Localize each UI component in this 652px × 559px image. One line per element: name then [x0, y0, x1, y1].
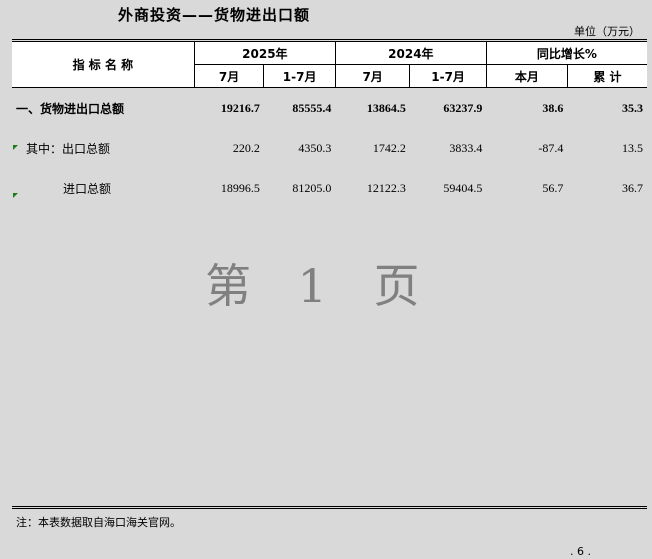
cell-value[interactable]: 59404.5 — [410, 178, 486, 200]
cell-value[interactable]: 3833.4 — [410, 138, 486, 160]
cell-value[interactable]: 19216.7 — [194, 98, 264, 120]
cell-value[interactable]: 63237.9 — [410, 98, 486, 120]
table-row[interactable]: 其中：出口总额 220.2 4350.3 1742.2 3833.4 -87.4… — [12, 138, 647, 160]
spreadsheet-sheet: 外商投资——货物进出口额 单位（万元） 指 标 名 称 2025年 2024年 … — [0, 0, 652, 559]
header-year-2024: 2024年 — [334, 39, 487, 65]
unit-label: 单位（万元） — [574, 25, 640, 38]
row-label: 进口总额 — [63, 182, 112, 196]
cell-value[interactable]: 4350.3 — [264, 138, 336, 160]
header-indicator: 指 标 名 称 — [12, 39, 195, 88]
page-watermark: 第 1 页 — [205, 259, 436, 313]
header-2025-m7: 7月 — [193, 64, 265, 88]
cell-value[interactable]: 18996.5 — [194, 178, 264, 200]
table-bottom-border — [12, 506, 647, 509]
cell-value[interactable]: 38.6 — [486, 98, 567, 120]
cell-value[interactable]: 13864.5 — [335, 98, 409, 120]
header-2024-m7: 7月 — [334, 64, 411, 88]
cell-comment-marker-icon — [13, 193, 18, 198]
row-label: 一、货物进出口总额 — [16, 102, 125, 116]
header-2024-m1-7: 1-7月 — [409, 64, 487, 88]
cell-value[interactable]: 56.7 — [486, 178, 567, 200]
table-row[interactable]: 进口总额 18996.5 81205.0 12122.3 59404.5 56.… — [12, 178, 647, 200]
header-cumulative: 累 计 — [566, 64, 647, 88]
cell-value[interactable]: 220.2 — [194, 138, 264, 160]
cell-value[interactable]: 13.5 — [567, 138, 647, 160]
data-table: 指 标 名 称 2025年 2024年 同比增长% 7月 1-7月 7月 1-7… — [12, 39, 647, 200]
header-yoy: 同比增长% — [485, 39, 647, 65]
header-this-month: 本月 — [485, 64, 568, 88]
sheet-title: 外商投资——货物进出口额 — [118, 6, 311, 24]
row-label: 其中：出口总额 — [26, 142, 111, 156]
cell-value[interactable]: 35.3 — [567, 98, 647, 120]
page-number: . 6 . — [570, 545, 591, 558]
cell-value[interactable]: -87.4 — [486, 138, 567, 160]
cell-value[interactable]: 85555.4 — [264, 98, 336, 120]
cell-comment-marker-icon — [13, 145, 18, 150]
header-2025-m1-7: 1-7月 — [263, 64, 336, 88]
cell-value[interactable]: 36.7 — [567, 178, 647, 200]
cell-value[interactable]: 81205.0 — [264, 178, 336, 200]
cell-value[interactable]: 12122.3 — [335, 178, 409, 200]
cell-value[interactable]: 1742.2 — [335, 138, 409, 160]
table-row[interactable]: 一、货物进出口总额 19216.7 85555.4 13864.5 63237.… — [12, 98, 647, 120]
header-year-2025: 2025年 — [193, 39, 336, 65]
footnote: 注：本表数据取自海口海关官网。 — [16, 516, 181, 529]
